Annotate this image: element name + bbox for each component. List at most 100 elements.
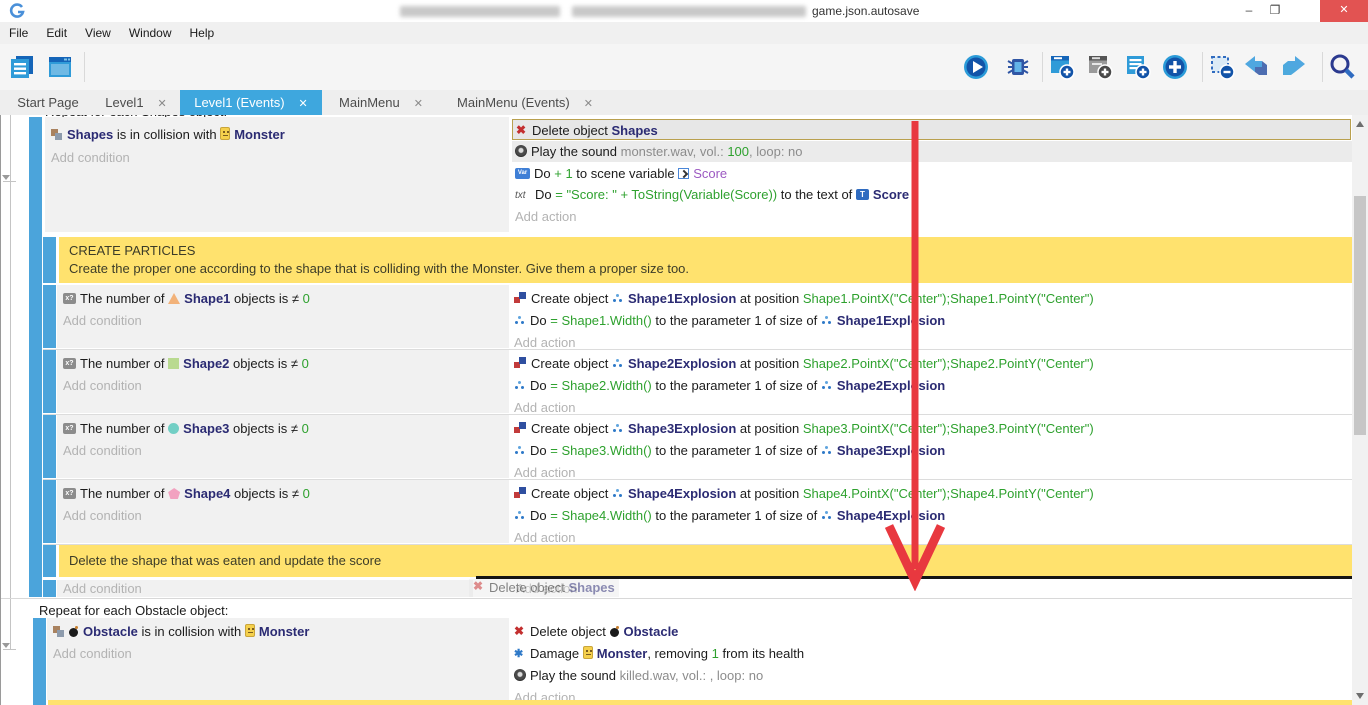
menu-window[interactable]: Window [129, 26, 172, 40]
count-icon [63, 293, 76, 304]
condition-row[interactable]: The number of Shape2 objects is ≠ 0 [63, 353, 309, 374]
add-condition-link[interactable]: Add condition [63, 578, 142, 599]
add-condition-link[interactable]: Add condition [53, 643, 132, 664]
condition-row[interactable]: The number of Shape3 objects is ≠ 0 [63, 418, 309, 439]
condition-row[interactable]: Shapes is in collision with Monster [51, 124, 285, 145]
tab-mainmenu-events[interactable]: MainMenu (Events) [444, 90, 606, 115]
gdevelop-logo-icon [9, 3, 25, 19]
tree-guide [3, 649, 16, 650]
sub-event-bar[interactable] [43, 580, 56, 597]
preview-icon[interactable] [962, 53, 990, 81]
close-button[interactable]: ✕ [1320, 0, 1368, 22]
tab-close-icon[interactable] [584, 95, 593, 110]
scroll-down-icon[interactable] [1356, 693, 1364, 699]
tab-start-page[interactable]: Start Page [6, 90, 90, 115]
count-icon [63, 488, 76, 499]
action-row-set-size[interactable]: Do = Shape2.Width() to the parameter 1 o… [514, 375, 945, 396]
action-row-set-size[interactable]: Do = Shape4.Width() to the parameter 1 o… [514, 505, 945, 526]
delete-icon [514, 625, 526, 637]
add-condition-link[interactable]: Add condition [63, 505, 142, 526]
fold-arrow-icon[interactable] [2, 643, 10, 648]
scroll-up-icon[interactable] [1356, 121, 1364, 127]
action-row-scene-variable[interactable]: Do + 1 to scene variable Score [515, 163, 727, 184]
condition-row[interactable]: The number of Shape4 objects is ≠ 0 [63, 483, 310, 504]
menu-view[interactable]: View [85, 26, 111, 40]
scenevar-icon [678, 168, 689, 179]
collision-icon [51, 129, 63, 140]
redacted-title-segment [572, 6, 806, 17]
comment-bar[interactable] [43, 237, 56, 283]
action-row-create-object[interactable]: Create object Shape3Explosion at positio… [514, 418, 1094, 439]
bomb-icon [610, 626, 620, 637]
event-separator [1, 598, 1353, 599]
scrollbar-thumb[interactable] [1354, 196, 1366, 435]
comment-create-particles[interactable]: CREATE PARTICLES Create the proper one a… [59, 237, 1353, 283]
sub-event-bar[interactable] [43, 415, 56, 478]
particle-icon [514, 380, 526, 391]
sub-event-shape4: The number of Shape4 objects is ≠ 0 Add … [43, 480, 1353, 545]
action-row-create-object[interactable]: Create object Shape2Explosion at positio… [514, 353, 1094, 374]
event1-bar[interactable] [29, 117, 42, 597]
menu-edit[interactable]: Edit [46, 26, 67, 40]
tab-mainmenu[interactable]: MainMenu [328, 90, 434, 115]
action-row-create-object[interactable]: Create object Shape1Explosion at positio… [514, 288, 1094, 309]
add-condition-link[interactable]: Add condition [63, 375, 142, 396]
undo-icon[interactable] [1242, 53, 1270, 81]
redo-icon[interactable] [1280, 53, 1308, 81]
count-icon [63, 358, 76, 369]
comment-partial[interactable] [48, 700, 1353, 705]
condition-row[interactable]: Obstacle is in collision with Monster [53, 621, 309, 642]
comment-bar[interactable] [43, 545, 56, 577]
particle-icon [821, 510, 833, 521]
comment-delete-shape[interactable]: Delete the shape that was eaten and upda… [59, 545, 1353, 577]
minimize-button[interactable]: – [1236, 0, 1262, 22]
restore-button[interactable]: ❐ [1262, 0, 1288, 22]
add-action-link[interactable]: Add action [515, 206, 576, 227]
shape3-icon [168, 423, 179, 434]
condition-row[interactable]: The number of Shape1 objects is ≠ 0 [63, 288, 310, 309]
add-other-event-icon[interactable] [1161, 53, 1189, 81]
particle-icon [514, 315, 526, 326]
action-row-text-score[interactable]: Do = "Score: " + ToString(Variable(Score… [515, 184, 909, 205]
tab-level1[interactable]: Level1 [95, 90, 177, 115]
menu-file[interactable]: File [9, 26, 28, 40]
action-row-delete-shapes[interactable]: Delete object Shapes [512, 119, 1351, 140]
particle-icon [821, 380, 833, 391]
count-icon [63, 423, 76, 434]
search-icon[interactable] [1328, 53, 1356, 81]
add-condition-link[interactable]: Add condition [51, 147, 130, 168]
comment-title: Delete the shape that was eaten and upda… [69, 553, 381, 568]
action-row-delete-obstacle[interactable]: Delete object Obstacle [514, 621, 678, 642]
sub-event-bar[interactable] [43, 480, 56, 543]
tab-close-icon[interactable] [299, 95, 308, 110]
action-row-play-sound[interactable]: Play the sound killed.wav, vol.: , loop:… [514, 665, 763, 686]
particle-icon [821, 315, 833, 326]
add-condition-link[interactable]: Add condition [63, 310, 142, 331]
damage-icon [514, 647, 526, 659]
sub-event-bar[interactable] [43, 350, 56, 413]
sub-event-bar[interactable] [43, 285, 56, 348]
scene-editor-icon[interactable] [46, 53, 74, 81]
action-row-play-sound[interactable]: Play the sound monster.wav, vol.: 100, l… [512, 141, 1353, 162]
project-manager-icon[interactable] [8, 53, 36, 81]
action-row-set-size[interactable]: Do = Shape1.Width() to the parameter 1 o… [514, 310, 945, 331]
action-row-set-size[interactable]: Do = Shape3.Width() to the parameter 1 o… [514, 440, 945, 461]
debug-icon[interactable] [1004, 53, 1032, 81]
add-sub-event-icon[interactable] [1086, 53, 1114, 81]
menu-help[interactable]: Help [190, 26, 215, 40]
particle-icon [612, 358, 624, 369]
tab-level1-events[interactable]: Level1 (Events) [180, 90, 322, 115]
tab-close-icon[interactable] [414, 95, 423, 110]
particle-icon [612, 293, 624, 304]
fold-arrow-icon[interactable] [2, 175, 10, 180]
action-row-damage-monster[interactable]: Damage Monster, removing 1 from its heal… [514, 643, 804, 664]
particle-icon [612, 423, 624, 434]
delete-selection-icon[interactable] [1208, 53, 1236, 81]
action-row-create-object[interactable]: Create object Shape4Explosion at positio… [514, 483, 1094, 504]
add-event-icon[interactable] [1048, 53, 1076, 81]
add-comment-icon[interactable] [1124, 53, 1152, 81]
comment-bar[interactable] [33, 700, 46, 705]
event2-bar[interactable] [33, 618, 46, 700]
tab-close-icon[interactable] [158, 95, 167, 110]
add-condition-link[interactable]: Add condition [63, 440, 142, 461]
